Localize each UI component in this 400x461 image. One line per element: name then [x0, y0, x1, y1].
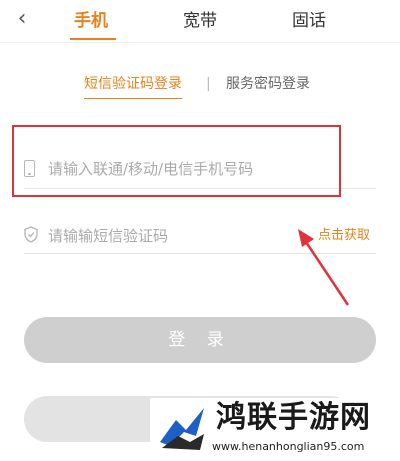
mode-separator: | [206, 76, 211, 92]
divider [0, 42, 400, 43]
password-login-tab[interactable]: 服务密码登录 [226, 74, 310, 94]
highlight-box [12, 125, 341, 197]
tab-active-indicator [70, 38, 116, 40]
shield-icon [24, 226, 38, 243]
sms-login-tab[interactable]: 短信验证码登录 [84, 74, 182, 99]
tab-mobile[interactable]: 手机 [74, 8, 108, 34]
annotation-arrow-icon [298, 229, 350, 306]
watermark-url: www.henanhonglian95.com [212, 440, 365, 453]
tab-broadband[interactable]: 宽带 [183, 8, 217, 34]
watermark-brand-name: 鸿联手游网 [216, 400, 371, 435]
back-button[interactable]: ‹ [8, 4, 36, 34]
chevron-left-icon: ‹ [17, 6, 27, 31]
tab-landline[interactable]: 固话 [292, 8, 326, 34]
login-button[interactable]: 登 录 [24, 317, 376, 363]
bird-logo-icon [156, 402, 208, 454]
sms-code-input[interactable] [48, 224, 288, 248]
